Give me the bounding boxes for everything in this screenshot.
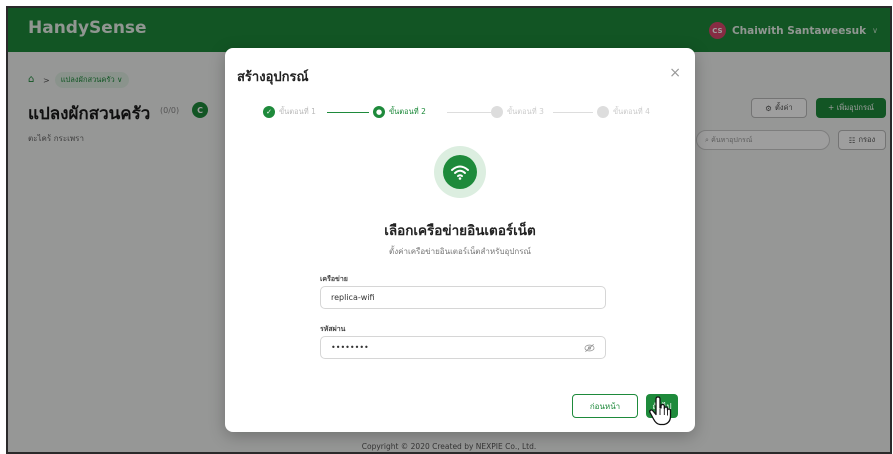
step-dot-icon [597,106,609,118]
dialog-description: ตั้งค่าเครือข่ายอินเตอร์เน็ตสำหรับอุปกรณ… [389,247,531,256]
dialog-title: สร้างอุปกรณ์ [237,70,309,85]
password-label: รหัสผ่าน [320,325,346,333]
password-value: •••••••• [331,343,369,352]
check-icon: ✓ [263,106,275,118]
step-label: ขั้นตอนที่ 2 [389,107,426,116]
hand-cursor-icon [649,396,672,426]
network-field[interactable]: replica-wifi [320,286,606,309]
step-3: ขั้นตอนที่ 3 [491,106,544,118]
step-label: ขั้นตอนที่ 3 [507,107,544,116]
step-connector [553,112,593,113]
back-button[interactable]: ก่อนหน้า [572,394,638,418]
stepper: ✓ ขั้นตอนที่ 1 ● ขั้นตอนที่ 2 ขั้นตอนที่… [263,106,663,122]
create-device-dialog: สร้างอุปกรณ์ × ✓ ขั้นตอนที่ 1 ● ขั้นตอนท… [225,48,695,432]
network-label: เครือข่าย [320,275,348,283]
wifi-icon-badge [434,146,486,198]
network-value: replica-wifi [331,293,375,302]
eye-off-icon[interactable] [584,343,595,353]
step-2: ● ขั้นตอนที่ 2 [373,106,426,118]
app-frame: HandySense CS Chaiwith Santaweesuk ∨ ⌂ >… [6,6,892,454]
close-icon[interactable]: × [669,66,681,80]
step-connector [447,112,491,113]
step-label: ขั้นตอนที่ 1 [279,107,316,116]
step-1: ✓ ขั้นตอนที่ 1 [263,106,316,118]
dialog-heading: เลือกเครือข่ายอินเตอร์เน็ต [384,223,536,239]
step-dot-icon: ● [373,106,385,118]
password-field[interactable]: •••••••• [320,336,606,359]
step-connector [327,112,369,113]
step-label: ขั้นตอนที่ 4 [613,107,650,116]
wifi-icon [443,155,477,189]
step-dot-icon [491,106,503,118]
step-4: ขั้นตอนที่ 4 [597,106,650,118]
